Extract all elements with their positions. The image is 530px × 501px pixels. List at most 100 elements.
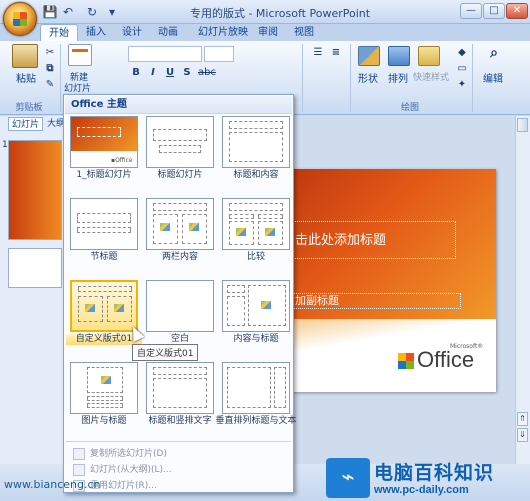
tooltip: 自定义版式01	[132, 344, 199, 361]
slides-from-outline-label: 幻灯片(从大纲)(L)...	[90, 465, 172, 475]
clipboard-group-label: 剪贴板	[15, 103, 43, 113]
slide-thumbnail[interactable]	[8, 140, 62, 240]
layout-two-content[interactable]	[146, 198, 214, 250]
layout-title-content[interactable]	[222, 116, 290, 168]
office-logo-icon	[13, 12, 27, 26]
ribbon-separator	[350, 44, 351, 112]
paste-icon[interactable]	[12, 44, 38, 68]
office-logo: Office	[398, 347, 474, 373]
shapes-icon[interactable]	[358, 46, 380, 66]
tab-insert[interactable]: 插入	[78, 24, 114, 41]
bold-button[interactable]: B	[128, 66, 144, 80]
save-icon[interactable]: 💾	[42, 4, 58, 20]
shapes-label[interactable]: 形状	[358, 70, 378, 85]
layout-label: 内容与标题	[233, 334, 279, 344]
duplicate-icon	[73, 448, 85, 460]
layout-label: 1_标题幻灯片	[76, 170, 132, 180]
office-logo-mark: Microsoft®	[450, 343, 484, 350]
reuse-slides-command[interactable]: 重用幻灯片(R)...	[70, 479, 288, 493]
scroll-up-icon[interactable]	[517, 118, 528, 132]
numbering-icon[interactable]: ≡	[328, 46, 344, 60]
cut-icon[interactable]: ✂	[42, 46, 58, 60]
shape-effects-icon[interactable]: ✦	[454, 78, 470, 92]
watermark-name: 电脑百科知识	[374, 462, 495, 484]
bullets-icon[interactable]: ☰	[310, 46, 326, 60]
duplicate-slide-label: 复制所选幻灯片(D)	[90, 449, 167, 459]
binoculars-icon[interactable]: ⌕	[483, 46, 505, 66]
format-painter-icon[interactable]: ✎	[42, 78, 58, 92]
close-button[interactable]: ✕	[506, 3, 528, 19]
gallery-divider	[66, 441, 291, 442]
layout-title-slide[interactable]	[146, 116, 214, 168]
tab-animation[interactable]: 动画	[150, 24, 186, 41]
layout-label: 标题和竖排文字	[148, 416, 212, 426]
layout-vertical-title-text[interactable]	[222, 362, 290, 414]
quick-styles-label[interactable]: 快速样式	[413, 70, 449, 83]
shadow-button[interactable]: S	[179, 66, 195, 80]
tab-review[interactable]: 审阅	[250, 24, 286, 41]
layout-custom-01[interactable]	[70, 280, 138, 332]
quick-styles-icon[interactable]	[418, 46, 440, 66]
previous-slide-icon[interactable]: ⇑	[517, 412, 528, 426]
redo-icon[interactable]: ↻	[84, 4, 100, 20]
watermark-left: www.bianceng.cn	[4, 478, 101, 491]
layout-label: 比较	[246, 252, 265, 262]
layout-blank[interactable]	[146, 280, 214, 332]
new-slide-label-2[interactable]: 幻灯片	[64, 81, 91, 94]
strikethrough-button[interactable]: abc	[196, 66, 218, 80]
font-name-combo[interactable]	[128, 46, 202, 62]
drawing-group-label: 绘图	[400, 103, 419, 113]
slide-number: 1	[2, 140, 8, 150]
italic-button[interactable]: I	[145, 66, 161, 80]
layout-content-with-caption[interactable]	[222, 280, 290, 332]
font-size-combo[interactable]	[204, 46, 234, 62]
tab-view[interactable]: 视图	[286, 24, 322, 41]
edit-label[interactable]: 编辑	[483, 70, 503, 85]
office-mini-logo: ▪Office	[111, 157, 133, 164]
layout-picture-caption[interactable]	[70, 362, 138, 414]
layout-title-vertical-text[interactable]	[146, 362, 214, 414]
duplicate-slide-command[interactable]: 复制所选幻灯片(D)	[70, 447, 288, 461]
ribbon-separator	[472, 44, 473, 112]
layout-title-slide-custom[interactable]: ▪Office	[70, 116, 138, 168]
customize-quick-access-icon[interactable]: ▾	[104, 4, 120, 20]
monitor-icon: ⌁	[326, 458, 370, 498]
layout-section-header[interactable]	[70, 198, 138, 250]
watermark-url: www.pc-daily.com	[374, 484, 469, 496]
layout-label: 垂直排列标题与文本	[215, 416, 297, 426]
gallery-header: Office 主题	[65, 96, 292, 114]
office-logo-text: Office	[417, 347, 475, 372]
office-logo-icon	[398, 353, 414, 369]
maximize-button[interactable]: □	[483, 3, 505, 19]
copy-icon[interactable]: ⧉	[42, 62, 58, 76]
new-slide-icon[interactable]	[68, 44, 92, 66]
next-slide-icon[interactable]: ⇓	[517, 428, 528, 442]
office-button[interactable]	[3, 2, 37, 36]
underline-button[interactable]: U	[162, 66, 178, 80]
layout-label: 两栏内容	[161, 252, 198, 262]
ribbon-separator	[302, 44, 303, 112]
layout-label: 标题幻灯片	[157, 170, 203, 180]
paste-button-label[interactable]: 粘贴	[16, 70, 36, 85]
layout-gallery: Office 主题 ▪Office 1_标题幻灯片 标题幻灯片 标题和内容 节标…	[63, 94, 297, 493]
shape-outline-icon[interactable]: ▭	[454, 62, 470, 76]
ribbon-separator	[60, 44, 61, 112]
layout-label: 节标题	[90, 252, 118, 262]
shape-fill-icon[interactable]: ◆	[454, 46, 470, 60]
tab-slides-pane[interactable]: 幻灯片	[8, 117, 44, 131]
tab-design[interactable]: 设计	[114, 24, 150, 41]
layout-label: 标题和内容	[233, 170, 279, 180]
watermark-right: ⌁ 电脑百科知识 www.pc-daily.com	[326, 456, 530, 501]
outline-icon	[73, 464, 85, 476]
arrange-label[interactable]: 排列	[388, 70, 408, 85]
tab-home[interactable]: 开始	[40, 24, 78, 41]
slides-from-outline-command[interactable]: 幻灯片(从大纲)(L)...	[70, 463, 288, 477]
slide-thumbnail[interactable]	[8, 248, 62, 288]
layout-comparison[interactable]	[222, 198, 290, 250]
window-title: 专用的版式 - Microsoft PowerPoint	[189, 7, 371, 20]
minimize-button[interactable]: —	[460, 3, 482, 19]
undo-icon[interactable]: ↶	[60, 4, 76, 20]
tab-slideshow[interactable]: 幻灯片放映	[190, 24, 256, 41]
arrange-icon[interactable]	[388, 46, 410, 66]
layout-label: 图片与标题	[81, 416, 127, 426]
